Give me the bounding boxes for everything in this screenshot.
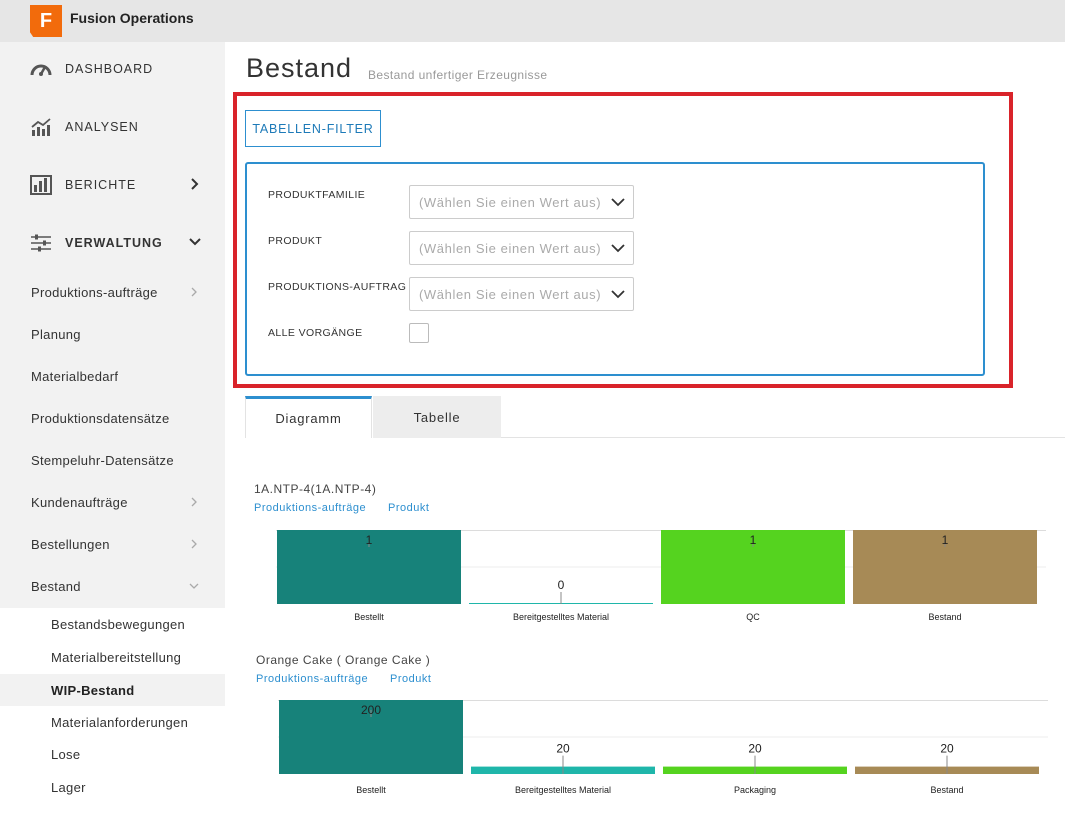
sidebar-item-label: DASHBOARD (65, 62, 154, 76)
chevron-right-icon (191, 178, 199, 190)
sidebar-item-planung[interactable]: Planung (0, 320, 225, 348)
chart-2-svg: 200 Bestellt 20 Bereitgestelltes Material 20… (278, 700, 1048, 795)
category-label: QC (746, 612, 760, 622)
category-label: Bereitgestelltes Material (515, 785, 611, 795)
chevron-down-icon (610, 196, 626, 208)
sidebar-item-label: Lager (51, 779, 86, 795)
sidebar-item-materialanforderungen[interactable]: Materialanforderungen (0, 708, 225, 736)
sliders-icon (30, 232, 52, 254)
data-label: 20 (748, 742, 762, 756)
sidebar-item-analysen[interactable]: ANALYSEN (0, 107, 225, 147)
select-placeholder: (Wählen Sie einen Wert aus) (419, 194, 602, 210)
alle-vorgaenge-checkbox[interactable] (409, 323, 429, 343)
sidebar-item-label: Kundenaufträge (31, 494, 128, 510)
category-label: Bestellt (356, 785, 386, 795)
sidebar-item-materialbereitstellung[interactable]: Materialbereitstellung (0, 643, 225, 671)
sidebar-item-label: Bestandsbewegungen (51, 616, 186, 632)
category-label: Bereitgestelltes Material (513, 612, 609, 622)
data-label: 1 (366, 533, 373, 547)
tab-tabelle[interactable]: Tabelle (373, 396, 501, 438)
filter-label-alle-vorgaenge: ALLE VORGÄNGE (268, 327, 363, 339)
filter-label-produkt: PRODUKT (268, 235, 323, 247)
page-subtitle: Bestand unfertiger Erzeugnisse (368, 68, 548, 82)
chevron-down-icon (610, 242, 626, 254)
chart-1-link-produkt[interactable]: Produkt (388, 502, 429, 514)
tab-label: Diagramm (275, 411, 342, 426)
data-label: 20 (556, 742, 570, 756)
sidebar-item-label: Materialbereitstellung (51, 649, 182, 665)
chart-1-title: 1A.NTP-4(1A.NTP-4) (254, 482, 377, 496)
filter-label-produktfamilie: PRODUKTFAMILIE (268, 189, 366, 201)
chart-1: 1 Bestellt 0 Bereitgestelltes Material 1 QC 1 B… (276, 530, 1046, 628)
category-label: Bestand (930, 785, 963, 795)
top-bar: F Fusion Operations (0, 0, 1065, 42)
sidebar-item-bestandsbewegungen[interactable]: Bestandsbewegungen (0, 610, 225, 638)
data-label: 200 (361, 703, 381, 717)
category-label: Bestand (928, 612, 961, 622)
report-icon (30, 174, 52, 196)
sidebar-item-produktionsdatensaetze[interactable]: Produktionsdatensätze (0, 404, 225, 432)
tab-divider (501, 437, 1065, 438)
data-label: 20 (940, 742, 954, 756)
page-title: Bestand (246, 53, 353, 83)
chevron-right-icon (191, 497, 197, 507)
sidebar-item-label: Produktions-aufträge (31, 284, 158, 300)
sidebar-item-label: BERICHTE (65, 178, 137, 192)
line-chart-icon (30, 116, 52, 138)
filter-label-produktionsauftrag: PRODUKTIONS-AUFTRAG (268, 281, 407, 293)
sidebar-item-label: VERWALTUNG (65, 236, 163, 250)
sidebar-item-label: ANALYSEN (65, 120, 139, 134)
produkt-select[interactable]: (Wählen Sie einen Wert aus) (409, 231, 634, 265)
data-label: 1 (750, 533, 757, 547)
sidebar-item-label: WIP-Bestand (51, 682, 135, 698)
sidebar-item-dashboard[interactable]: DASHBOARD (0, 49, 225, 89)
tab-label: Tabelle (413, 409, 461, 425)
sidebar-item-label: Produktionsdatensätze (31, 410, 170, 426)
chart-2-link-produktionsauftraege[interactable]: Produktions-aufträge (256, 673, 368, 685)
table-filter-button[interactable]: TABELLEN-FILTER (245, 110, 381, 147)
sidebar-item-lager[interactable]: Lager (0, 773, 225, 801)
app-name[interactable]: Fusion Operations (70, 10, 194, 26)
fusion-logo-icon[interactable]: F (30, 5, 62, 37)
chevron-right-icon (191, 287, 197, 297)
sidebar-item-materialbedarf[interactable]: Materialbedarf (0, 362, 225, 390)
sidebar-item-label: Stempeluhr-Datensätze (31, 452, 174, 468)
sidebar-item-kundenauftraege[interactable]: Kundenaufträge (0, 488, 225, 516)
chart-2-title: Orange Cake ( Orange Cake ) (256, 653, 431, 667)
sidebar-item-wip-bestand[interactable]: WIP-Bestand (0, 674, 225, 706)
sidebar-item-berichte[interactable]: BERICHTE (0, 165, 225, 205)
produktfamilie-select[interactable]: (Wählen Sie einen Wert aus) (409, 185, 634, 219)
sidebar-item-label: Materialanforderungen (51, 714, 189, 730)
sidebar-item-lose[interactable]: Lose (0, 740, 225, 768)
chart-1-svg: 1 Bestellt 0 Bereitgestelltes Material 1 QC 1 B… (276, 530, 1046, 622)
select-placeholder: (Wählen Sie einen Wert aus) (419, 286, 602, 302)
sidebar-item-stempeluhr-datensaetze[interactable]: Stempeluhr-Datensätze (0, 446, 225, 474)
sidebar-item-label: Planung (31, 326, 81, 342)
data-label: 1 (942, 533, 949, 547)
chevron-down-icon (189, 238, 201, 246)
gauge-icon (30, 58, 52, 80)
tab-diagramm[interactable]: Diagramm (245, 396, 372, 438)
produktionsauftrag-select[interactable]: (Wählen Sie einen Wert aus) (409, 277, 634, 311)
chart-1-link-produktionsauftraege[interactable]: Produktions-aufträge (254, 502, 366, 514)
sidebar-item-label: Materialbedarf (31, 368, 119, 384)
sidebar-item-label: Bestellungen (31, 536, 110, 552)
sidebar-item-bestellungen[interactable]: Bestellungen (0, 530, 225, 558)
sidebar-item-label: Bestand (31, 578, 81, 594)
chevron-right-icon (191, 539, 197, 549)
sidebar-item-label: Lose (51, 746, 81, 762)
chevron-down-icon (610, 288, 626, 300)
sidebar-submenu-bestand: Bestandsbewegungen Materialbereitstellun… (0, 608, 225, 814)
sidebar-item-bestand[interactable]: Bestand (0, 572, 225, 600)
data-label: 0 (558, 578, 565, 592)
chart-2: 200 Bestellt 20 Bereitgestelltes Material 20… (278, 700, 1048, 802)
sidebar-item-produktionsauftraege[interactable]: Produktions-aufträge (0, 278, 225, 306)
category-label: Packaging (734, 785, 776, 795)
select-placeholder: (Wählen Sie einen Wert aus) (419, 240, 602, 256)
chevron-down-icon (189, 583, 199, 589)
chart-2-link-produkt[interactable]: Produkt (390, 673, 431, 685)
category-label: Bestellt (354, 612, 384, 622)
sidebar-item-verwaltung[interactable]: VERWALTUNG (0, 223, 225, 263)
